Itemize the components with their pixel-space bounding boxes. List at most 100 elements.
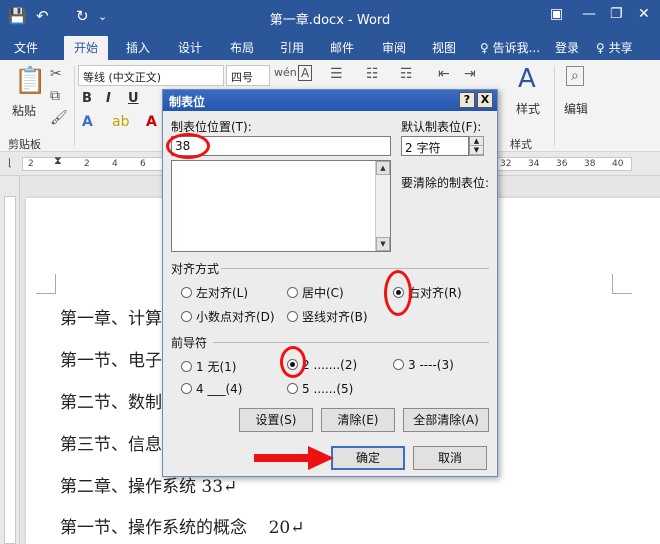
document-line[interactable]: 第一章、计算 xyxy=(60,304,162,329)
set-button[interactable]: 设置(S) xyxy=(239,408,313,432)
tab-stops-to-clear-label: 要清除的制表位: xyxy=(401,176,490,190)
radio-circle[interactable] xyxy=(181,361,192,372)
ruler-number: 32 xyxy=(500,159,512,169)
ribbon-display-icon[interactable]: ▣ xyxy=(550,6,563,22)
dialog-title: 制表位 xyxy=(163,90,497,111)
align-left-radio[interactable]: 左对齐(L) xyxy=(181,284,248,301)
tab-file[interactable]: 文件 xyxy=(14,39,38,56)
editing-button-label[interactable]: 编辑 xyxy=(564,100,588,117)
spin-up-icon[interactable]: ▲ xyxy=(470,137,483,146)
radio-circle[interactable] xyxy=(287,383,298,394)
radio-label: 4 ___(4) xyxy=(196,382,243,396)
restore-icon[interactable]: ❐ xyxy=(610,6,623,22)
radio-circle[interactable] xyxy=(287,287,298,298)
spin-down-icon[interactable]: ▼ xyxy=(470,146,483,155)
bold-button[interactable]: B xyxy=(82,91,92,106)
tab-insert[interactable]: 插入 xyxy=(126,39,150,56)
multilevel-list-icon[interactable]: ☶ xyxy=(400,66,413,82)
character-border-icon[interactable]: A xyxy=(298,65,313,81)
text-effects-icon[interactable]: A xyxy=(82,114,93,130)
ruler-number: 38 xyxy=(584,159,596,169)
ruler-number: 2 xyxy=(84,159,90,169)
align-center-radio[interactable]: 居中(C) xyxy=(287,284,344,301)
dialog-close-button[interactable]: X xyxy=(477,92,493,108)
highlight-icon[interactable]: ab xyxy=(112,114,129,130)
numbering-icon[interactable]: ☷ xyxy=(366,66,379,82)
document-line[interactable]: 第三节、信息 xyxy=(60,430,162,455)
tab-review[interactable]: 审阅 xyxy=(382,39,406,56)
radio-label: 右对齐(R) xyxy=(408,286,462,300)
leader-underline-radio[interactable]: 4 ___(4) xyxy=(181,382,242,396)
default-tab-stops-input[interactable]: 2 字符 xyxy=(401,136,469,156)
align-bar-radio[interactable]: 竖线对齐(B) xyxy=(287,308,368,325)
group-separator xyxy=(554,66,555,146)
styles-icon[interactable]: A xyxy=(518,64,536,94)
close-icon[interactable]: ✕ xyxy=(638,6,650,22)
tab-references[interactable]: 引用 xyxy=(280,39,304,56)
tab-layout[interactable]: 布局 xyxy=(230,39,254,56)
minimize-icon[interactable]: — xyxy=(582,6,596,22)
radio-circle[interactable] xyxy=(181,287,192,298)
font-color-icon[interactable]: A xyxy=(146,114,157,130)
radio-circle[interactable] xyxy=(287,311,298,322)
radio-label: 5 ......(5) xyxy=(302,382,354,396)
document-line[interactable]: 第二节、数制 xyxy=(60,388,162,413)
leader-group-label: 前导符 xyxy=(171,336,208,350)
italic-button[interactable]: I xyxy=(106,91,111,106)
tell-me-search[interactable]: ♀ 告诉我... xyxy=(480,39,540,56)
group-divider xyxy=(213,342,489,343)
cancel-button[interactable]: 取消 xyxy=(413,446,487,470)
paste-icon[interactable]: 📋 xyxy=(14,66,46,96)
tab-selector-icon[interactable]: ⌊ xyxy=(8,158,12,169)
increase-indent-icon[interactable]: ⇥ xyxy=(464,66,476,82)
document-line[interactable]: 第一节、电子 xyxy=(60,346,162,371)
decrease-indent-icon[interactable]: ⇤ xyxy=(438,66,450,82)
cut-icon[interactable]: ✂ xyxy=(50,66,62,82)
title-bar: 💾 ↶ ↻ ⌄ 第一章.docx - Word ▣ — ❐ ✕ xyxy=(0,0,660,34)
share-button[interactable]: ♀ 共享 xyxy=(596,39,633,56)
vertical-ruler-band xyxy=(4,196,16,544)
radio-circle[interactable] xyxy=(393,359,404,370)
scroll-up-icon[interactable]: ▲ xyxy=(376,161,390,175)
underline-button[interactable]: U xyxy=(128,91,139,106)
ruler-number: 36 xyxy=(556,159,568,169)
ok-button[interactable]: 确定 xyxy=(331,446,405,470)
radio-circle[interactable] xyxy=(181,311,192,322)
tab-mailings[interactable]: 邮件 xyxy=(330,39,354,56)
font-size-box[interactable]: 四号 xyxy=(226,65,270,86)
radio-circle[interactable] xyxy=(181,383,192,394)
ruler-number: 2 xyxy=(28,159,34,169)
sign-in-link[interactable]: 登录 xyxy=(555,39,579,56)
format-painter-icon[interactable]: 🖌 xyxy=(50,110,68,126)
clipboard-group-label: 剪贴板 xyxy=(8,138,41,151)
radio-label: 竖线对齐(B) xyxy=(302,310,368,324)
list-scrollbar[interactable]: ▲ ▼ xyxy=(375,161,390,251)
find-icon[interactable]: ⌕ xyxy=(566,66,584,86)
radio-label: 1 无(1) xyxy=(196,360,237,374)
scroll-down-icon[interactable]: ▼ xyxy=(376,237,390,251)
crop-mark xyxy=(36,274,56,294)
leader-dashes-radio[interactable]: 3 ----(3) xyxy=(393,358,454,372)
phonetic-guide-icon[interactable]: wén xyxy=(274,66,297,79)
bullets-icon[interactable]: ☰ xyxy=(330,66,343,82)
tab-stop-list[interactable]: ▲ ▼ xyxy=(171,160,391,252)
clear-button[interactable]: 清除(E) xyxy=(321,408,395,432)
crop-mark xyxy=(612,274,632,294)
indent-marker-icon[interactable]: ⧗ xyxy=(54,154,62,168)
leader-middle-dots-radio[interactable]: 5 ......(5) xyxy=(287,382,353,396)
default-tab-stops-spinner[interactable]: ▲ ▼ xyxy=(469,136,484,156)
document-line[interactable]: 第一节、操作系统的概念 20↵ xyxy=(60,513,305,538)
tab-view[interactable]: 视图 xyxy=(432,39,456,56)
paste-label[interactable]: 粘贴 xyxy=(12,102,36,119)
clear-all-button[interactable]: 全部清除(A) xyxy=(403,408,489,432)
copy-icon[interactable]: ⧉ xyxy=(50,88,60,104)
font-name-box[interactable]: 等线 (中文正文) xyxy=(78,65,224,86)
annotation-circle-right-align xyxy=(384,270,412,316)
styles-button-label[interactable]: 样式 xyxy=(516,100,540,117)
leader-none-radio[interactable]: 1 无(1) xyxy=(181,358,236,375)
tab-design[interactable]: 设计 xyxy=(178,39,202,56)
tab-home[interactable]: 开始 xyxy=(64,36,109,60)
align-decimal-radio[interactable]: 小数点对齐(D) xyxy=(181,308,275,325)
help-button[interactable]: ? xyxy=(459,92,475,108)
ribbon-tabs: 文件 开始 插入 设计 布局 引用 邮件 审阅 视图 ♀ 告诉我... 登录 ♀… xyxy=(0,34,660,60)
